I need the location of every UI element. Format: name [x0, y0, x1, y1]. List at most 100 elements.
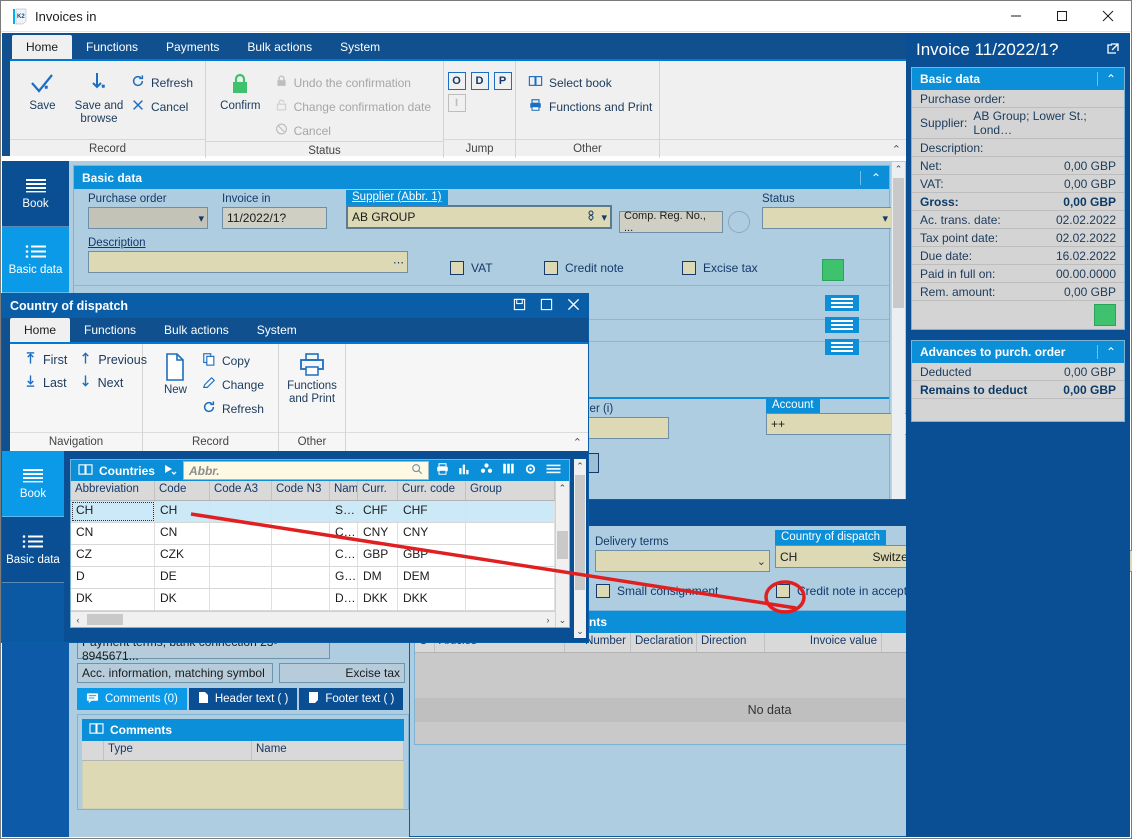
- sidebar-item-book[interactable]: Book: [2, 161, 69, 227]
- row-menu-button-1[interactable]: [825, 295, 859, 311]
- external-link-icon[interactable]: [1106, 42, 1120, 59]
- gear-icon[interactable]: [523, 462, 538, 479]
- tab-payments[interactable]: Payments: [152, 35, 233, 59]
- col-blank[interactable]: [82, 741, 104, 760]
- credit-note-checkbox-row[interactable]: Credit note: [544, 261, 624, 275]
- excise-tax-checkbox-row[interactable]: Excise tax: [682, 261, 758, 275]
- chevron-up-icon[interactable]: ⌃: [1096, 345, 1116, 359]
- chart-icon[interactable]: [457, 462, 472, 479]
- change-button[interactable]: Change: [200, 374, 270, 395]
- dialog-tab-home[interactable]: Home: [10, 318, 71, 342]
- col-code[interactable]: Code: [155, 481, 210, 500]
- sidebar-item-basic-data[interactable]: Basic data: [2, 227, 69, 293]
- functions-and-print-big-button[interactable]: Functions and Print: [281, 348, 343, 432]
- dialog-tab-bulk-actions[interactable]: Bulk actions: [150, 318, 243, 342]
- copy-button[interactable]: Copy: [200, 350, 270, 371]
- supplier-input[interactable]: AB GROUP ▾: [346, 205, 612, 229]
- change-confirmation-date-button[interactable]: Change confirmation date: [273, 96, 437, 117]
- table-row[interactable]: CH CH S… CHF CHF: [70, 501, 555, 523]
- table-row[interactable]: DK DK D… DKK DKK: [70, 589, 555, 611]
- vat-checkbox-row[interactable]: VAT: [450, 261, 493, 275]
- col-declaration[interactable]: Declaration: [631, 633, 697, 652]
- nav-previous-button[interactable]: Previous: [73, 348, 153, 371]
- confirm-button[interactable]: Confirm: [212, 66, 269, 113]
- scroll-down-arrow[interactable]: ⌄: [556, 613, 569, 627]
- countries-inner-scrollbar[interactable]: ⌃ ⌄: [554, 481, 569, 627]
- close-icon[interactable]: [1085, 1, 1131, 32]
- col-type[interactable]: Type: [104, 741, 252, 760]
- close-icon[interactable]: [567, 298, 580, 314]
- nav-next-button[interactable]: Next: [73, 371, 130, 394]
- credit-note-accept-checkbox[interactable]: [776, 584, 790, 598]
- cancel-status-button[interactable]: Cancel: [273, 120, 437, 141]
- nav-last-button[interactable]: Last: [18, 371, 73, 394]
- dialog-tab-system[interactable]: System: [243, 318, 311, 342]
- col-name[interactable]: Nam: [330, 481, 358, 500]
- col-name[interactable]: Name: [252, 741, 404, 760]
- delivery-terms-input[interactable]: ⌄: [595, 550, 770, 572]
- save-button[interactable]: Save: [16, 66, 69, 113]
- printer-icon[interactable]: [435, 462, 450, 479]
- search-input[interactable]: Abbr.: [182, 461, 429, 480]
- tab-footer-text[interactable]: Footer text ( ): [299, 688, 404, 710]
- functions-and-print-button[interactable]: Functions and Print: [526, 96, 658, 117]
- chevron-up-icon[interactable]: ⌃: [1096, 72, 1116, 86]
- refresh-button[interactable]: Refresh: [129, 72, 199, 93]
- small-consignment-checkbox[interactable]: [596, 584, 610, 598]
- chevron-down-icon[interactable]: ⌄: [757, 555, 766, 568]
- maximize-icon[interactable]: [1039, 1, 1085, 32]
- purchase-order-input[interactable]: ▾: [88, 207, 208, 229]
- credit-note-accept-row[interactable]: Credit note in accept: [776, 584, 907, 598]
- menu-icon[interactable]: [545, 462, 562, 479]
- nav-first-button[interactable]: First: [18, 348, 73, 371]
- select-book-button[interactable]: Select book: [526, 72, 658, 93]
- acc-information-button[interactable]: Acc. information, matching symbol: [77, 663, 273, 683]
- maximize-icon[interactable]: [540, 298, 553, 314]
- jump-i-button[interactable]: I: [447, 94, 466, 112]
- scroll-left-arrow[interactable]: ‹: [71, 615, 85, 625]
- excise-tax-button[interactable]: Excise tax: [279, 663, 405, 683]
- invoice-in-input[interactable]: 11/2022/1?: [222, 207, 327, 229]
- filter-arrow-icon[interactable]: [163, 463, 177, 478]
- ellipsis-icon[interactable]: ⋯: [393, 256, 404, 269]
- col-invoice-value[interactable]: Invoice value: [765, 633, 882, 652]
- dialog-outer-scrollbar[interactable]: ⌃ ⌄: [573, 459, 586, 638]
- supplier-lookup-icon[interactable]: [585, 210, 597, 225]
- chevron-down-icon[interactable]: ▾: [882, 212, 887, 225]
- jump-p-button[interactable]: P: [493, 72, 512, 90]
- dialog-sidebar-item-basic-data[interactable]: Basic data: [2, 517, 64, 583]
- undo-confirmation-button[interactable]: Undo the confirmation: [273, 72, 437, 93]
- scroll-up-arrow[interactable]: ⌃: [556, 481, 569, 495]
- chevron-up-icon[interactable]: ⌃: [859, 170, 881, 185]
- vat-checkbox[interactable]: [450, 261, 464, 275]
- scroll-up-arrow[interactable]: ⌃: [574, 459, 586, 473]
- comp-reg-no-field[interactable]: Comp. Reg. No., ...: [619, 210, 723, 234]
- col-direction[interactable]: Direction: [697, 633, 765, 652]
- row-menu-button-3[interactable]: [825, 339, 859, 355]
- magnifier-icon[interactable]: [411, 463, 423, 478]
- tab-header-text[interactable]: Header text ( ): [188, 688, 298, 710]
- description-input[interactable]: ⋯: [88, 251, 408, 273]
- jump-o-button[interactable]: O: [447, 72, 466, 90]
- countries-horizontal-scrollbar[interactable]: ‹ ›: [70, 611, 555, 627]
- new-button[interactable]: New: [151, 348, 200, 432]
- supplier-state-circle-icon[interactable]: [728, 211, 750, 233]
- col-code-n3[interactable]: Code N3: [272, 481, 330, 500]
- chevron-down-icon[interactable]: ▾: [198, 212, 203, 225]
- chevron-down-icon[interactable]: ▾: [601, 211, 606, 224]
- group-icon[interactable]: [479, 462, 494, 479]
- tab-functions[interactable]: Functions: [72, 35, 152, 59]
- ribbon-collapse-icon[interactable]: ⌃: [892, 143, 901, 156]
- save-and-browse-button[interactable]: Save and browse: [69, 66, 129, 126]
- table-row[interactable]: D DE G… DM DEM: [70, 567, 555, 589]
- row-menu-button-2[interactable]: [825, 317, 859, 333]
- scroll-up-arrow[interactable]: ⌃: [892, 162, 905, 176]
- col-abbreviation[interactable]: Abbreviation: [71, 481, 155, 500]
- table-row[interactable]: CN CN C… CNY CNY: [70, 523, 555, 545]
- credit-note-checkbox[interactable]: [544, 261, 558, 275]
- columns-icon[interactable]: [501, 462, 516, 479]
- col-curr[interactable]: Curr.: [358, 481, 398, 500]
- cancel-button[interactable]: Cancel: [129, 96, 199, 117]
- status-input[interactable]: ▾: [762, 207, 892, 229]
- small-consignment-row[interactable]: Small consignment: [596, 584, 718, 598]
